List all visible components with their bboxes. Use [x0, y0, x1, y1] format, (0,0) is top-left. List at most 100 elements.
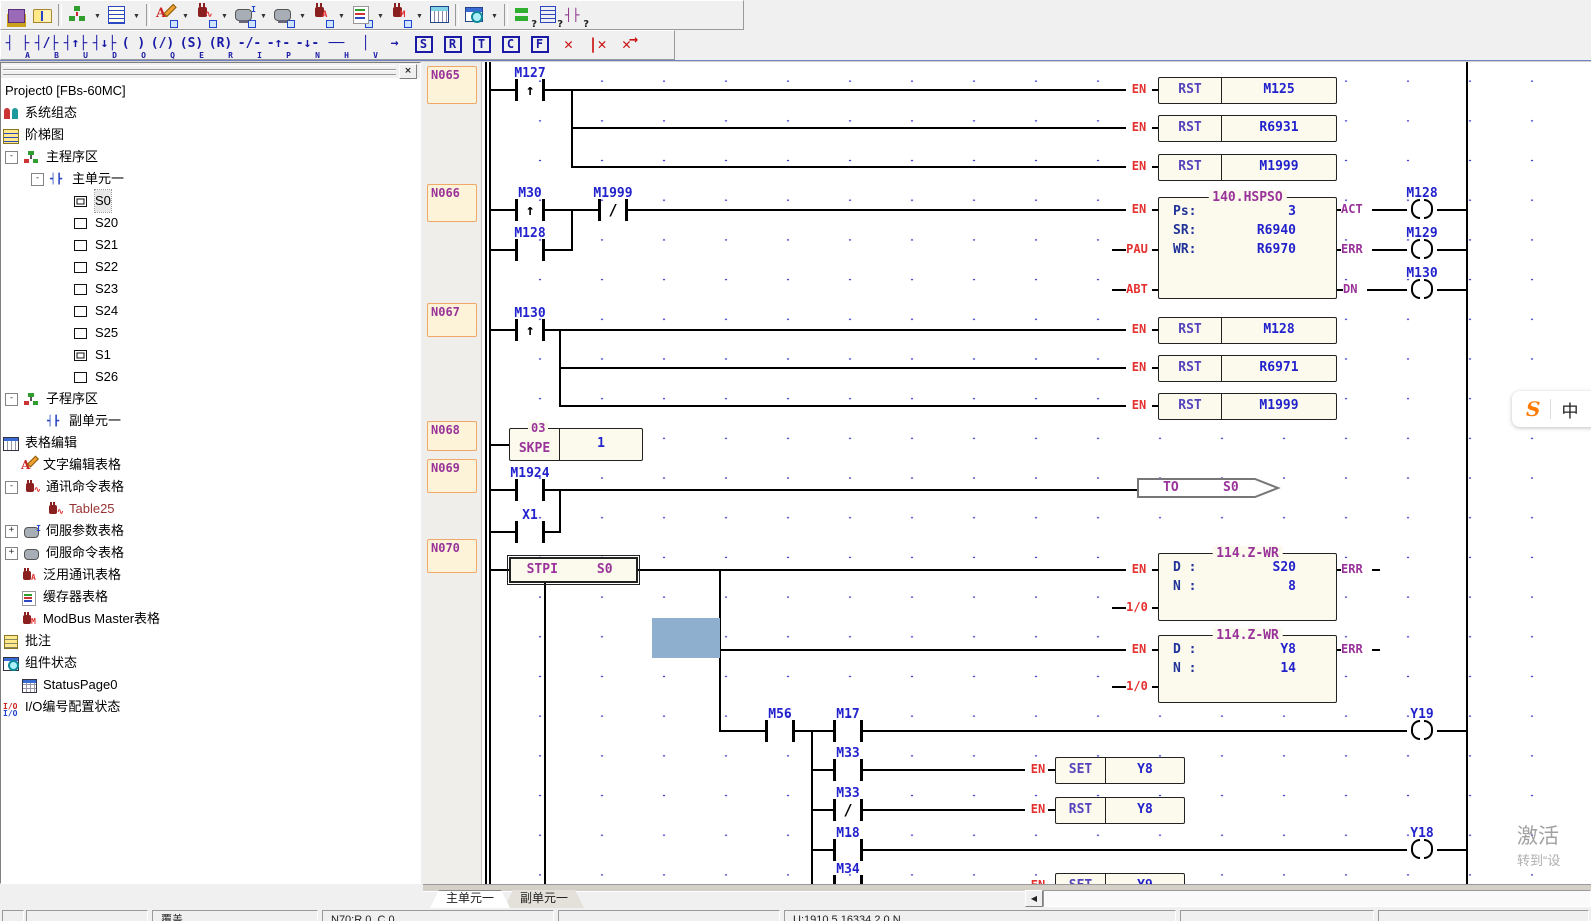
project-doc-icon[interactable] — [29, 2, 55, 28]
network-label[interactable]: N070 — [427, 539, 477, 573]
step-tool[interactable]: S — [409, 32, 438, 59]
stpi-step-block[interactable]: STPIS0 — [509, 557, 638, 583]
tree-item-s22[interactable]: S22 — [1, 256, 420, 278]
servo-param-dropdown-icon[interactable]: ▼ — [257, 2, 270, 28]
tab-main-unit-1[interactable]: 主单元一 — [430, 890, 510, 908]
set-block[interactable]: SETY9 — [1055, 873, 1185, 884]
relay-tool[interactable]: R — [438, 32, 467, 59]
collapse-icon[interactable]: - — [5, 151, 18, 164]
collapse-icon[interactable]: - — [5, 481, 18, 494]
vline-tool[interactable]: │V — [351, 32, 380, 59]
tree-item-io-config-status[interactable]: I/O编号配置状态 — [1, 696, 420, 718]
delete-column-tool[interactable]: |✕ — [583, 32, 612, 59]
falling-tool[interactable]: -↓-N — [293, 32, 322, 59]
collapse-icon[interactable]: - — [5, 393, 18, 406]
tree-item-comments[interactable]: 批注 — [1, 630, 420, 652]
tree-item-register-table[interactable]: 缓存器表格 — [1, 586, 420, 608]
component-status-icon[interactable] — [462, 2, 488, 28]
rst-block[interactable]: RSTM128 — [1158, 317, 1337, 344]
tree-item-table25[interactable]: ∿Table25 — [1, 498, 420, 520]
register-table-icon[interactable] — [348, 2, 374, 28]
network-label[interactable]: N067 — [427, 303, 477, 337]
expand-icon[interactable]: + — [5, 525, 18, 538]
ime-indicator[interactable]: S 中 — [1512, 391, 1591, 427]
servo-command-table-icon[interactable] — [270, 2, 296, 28]
set-block[interactable]: SETY8 — [1055, 757, 1185, 784]
zwr-function-block[interactable]: 114.Z-WR D :Y8 N :14 — [1158, 635, 1337, 703]
tree-item-statuspage0[interactable]: StatusPage0 — [1, 674, 420, 696]
rst-block[interactable]: RSTY8 — [1055, 797, 1185, 824]
rst-block[interactable]: RSTR6931 — [1158, 115, 1337, 142]
table-edit-icon[interactable] — [426, 2, 452, 28]
tree-item-project-root[interactable]: Project0 [FBs-60MC] — [1, 80, 420, 102]
tree-item-sub-unit-1[interactable]: 副单元一 — [1, 410, 420, 432]
servo-param-table-icon[interactable]: I — [231, 2, 257, 28]
tree-item-s26[interactable]: S26 — [1, 366, 420, 388]
servo-command-dropdown-icon[interactable]: ▼ — [296, 2, 309, 28]
coil-not-tool[interactable]: (/)Q — [148, 32, 177, 59]
rising-tool[interactable]: -↑-P — [264, 32, 293, 59]
inverter-tool[interactable]: -/-I — [235, 32, 264, 59]
counter-tool[interactable]: C — [496, 32, 525, 59]
ladder-query-icon[interactable] — [537, 2, 563, 28]
text-edit-table-icon[interactable] — [153, 2, 179, 28]
zwr-function-block[interactable]: 114.Z-WR D :S20 N :8 — [1158, 553, 1337, 621]
tree-item-s1[interactable]: S1 — [1, 344, 420, 366]
tree-item-sub-program[interactable]: -子程序区 — [1, 388, 420, 410]
tree-item-general-comm-table[interactable]: A泛用通讯表格 — [1, 564, 420, 586]
network-label[interactable]: N066 — [427, 184, 477, 222]
modbus-master-dropdown-icon[interactable]: ▼ — [413, 2, 426, 28]
system-config-icon[interactable] — [65, 2, 91, 28]
ladder-view-icon[interactable] — [104, 2, 130, 28]
expand-icon[interactable]: + — [5, 547, 18, 560]
tree-item-s24[interactable]: S24 — [1, 300, 420, 322]
delete-element-tool[interactable]: ✕ — [554, 32, 583, 59]
coil-set-tool[interactable]: (S)E — [177, 32, 206, 59]
status-query-icon[interactable] — [511, 2, 537, 28]
hline-tool[interactable]: ──H — [322, 32, 351, 59]
tree-item-s20[interactable]: S20 — [1, 212, 420, 234]
contact-query-icon[interactable] — [563, 2, 589, 28]
network-label[interactable]: N069 — [427, 459, 477, 493]
coil-m130[interactable] — [1405, 279, 1439, 301]
plc-connect-icon[interactable] — [3, 2, 29, 28]
coil-out-tool[interactable]: ( )O — [119, 32, 148, 59]
coil-y19[interactable] — [1405, 720, 1439, 742]
text-edit-dropdown-icon[interactable]: ▼ — [179, 2, 192, 28]
network-label[interactable]: N065 — [427, 66, 477, 104]
tree-item-servo-command-table[interactable]: +伺服命令表格 — [1, 542, 420, 564]
rst-block[interactable]: RSTM1999 — [1158, 154, 1337, 181]
tree-item-servo-param-table[interactable]: +I伺服参数表格 — [1, 520, 420, 542]
tree-item-s25[interactable]: S25 — [1, 322, 420, 344]
modbus-master-table-icon[interactable]: M — [387, 2, 413, 28]
rst-block[interactable]: RSTM125 — [1158, 77, 1337, 104]
tree-item-ladder-diagram[interactable]: 阶梯图 — [1, 124, 420, 146]
rst-block[interactable]: RSTM1999 — [1158, 393, 1337, 420]
tree-item-modbus-master-table[interactable]: MModBus Master表格 — [1, 608, 420, 630]
register-table-dropdown-icon[interactable]: ▼ — [374, 2, 387, 28]
coil-m129[interactable] — [1405, 239, 1439, 261]
coil-y18[interactable] — [1405, 839, 1439, 861]
hspso-function-block[interactable]: 140.HSPSO Ps:3 SR:R6940 WR:R6970 — [1158, 197, 1337, 299]
timer-tool[interactable]: T — [467, 32, 496, 59]
tab-sub-unit-1[interactable]: 副单元一 — [504, 890, 584, 908]
ladder-view-dropdown-icon[interactable]: ▼ — [130, 2, 143, 28]
comm-command-dropdown-icon[interactable]: ▼ — [218, 2, 231, 28]
function-tool[interactable]: F — [525, 32, 554, 59]
coil-rst-tool[interactable]: (R)R — [206, 32, 235, 59]
tree-item-main-program[interactable]: -主程序区 — [1, 146, 420, 168]
general-comm-table-icon[interactable]: A — [309, 2, 335, 28]
coil-m128[interactable] — [1405, 199, 1439, 221]
hscroll-track[interactable] — [1043, 890, 1591, 907]
tree-item-main-unit-1[interactable]: -主单元一 — [1, 168, 420, 190]
contact-down-tool[interactable]: ┤↓├D — [90, 32, 119, 59]
tree-item-system-config[interactable]: 系统组态 — [1, 102, 420, 124]
panel-close-button[interactable]: × — [399, 64, 417, 79]
contact-a-tool[interactable]: ┤ ├A — [3, 32, 32, 59]
tree-item-s21[interactable]: S21 — [1, 234, 420, 256]
tree-item-comm-command-table[interactable]: -∿通讯命令表格 — [1, 476, 420, 498]
network-label[interactable]: N068 — [427, 421, 477, 451]
collapse-icon[interactable]: - — [31, 173, 44, 186]
hscroll-left-button[interactable]: ◀ — [1025, 890, 1043, 907]
tree-item-s23[interactable]: S23 — [1, 278, 420, 300]
